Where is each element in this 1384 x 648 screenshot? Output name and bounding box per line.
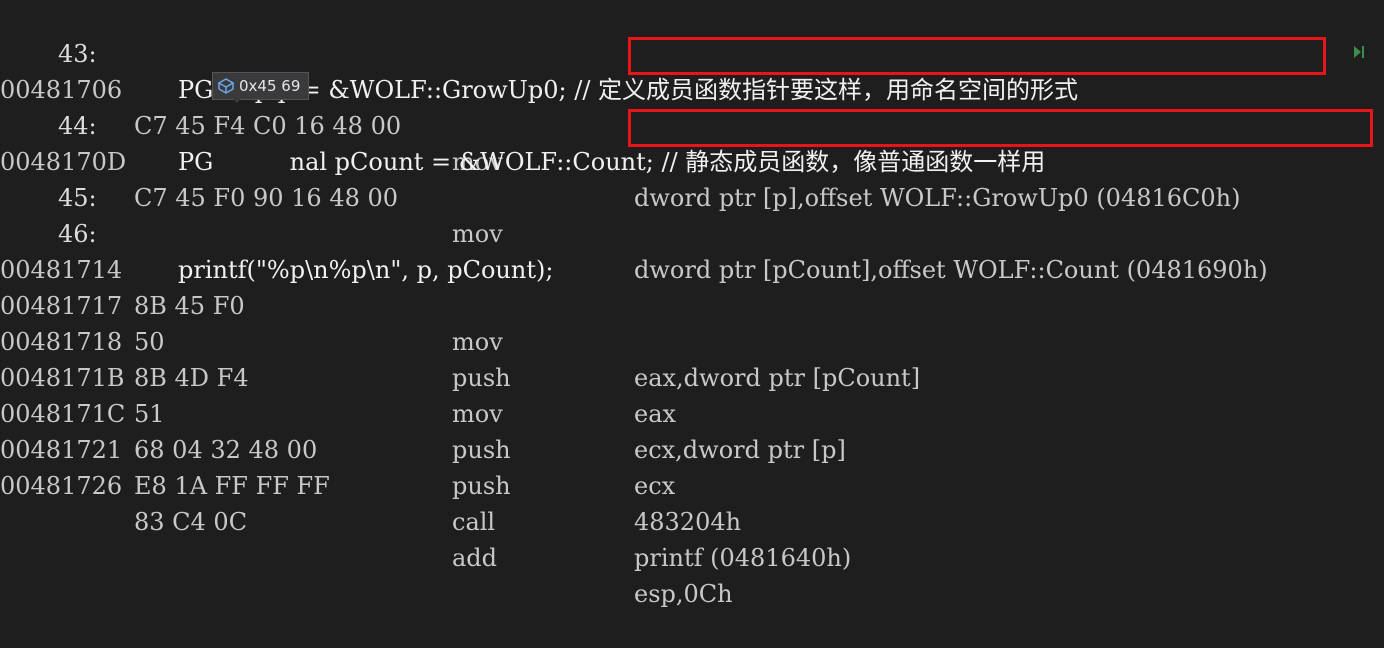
asm-line[interactable]: 00481726 83 C4 0C add esp,0Ch bbox=[0, 432, 733, 608]
asm-bytes: 8B 45 F0 bbox=[134, 292, 245, 320]
asm-operands: dword ptr [pCount],offset WOLF::Count (0… bbox=[634, 256, 1268, 284]
asm-mnemonic: call bbox=[452, 508, 496, 536]
source-line[interactable]: 44: PG nal pCount = &WOLF::Count; // 静态成… bbox=[0, 72, 1045, 176]
asm-mnemonic: push bbox=[452, 364, 511, 392]
asm-bytes: C7 45 F0 90 16 48 00 bbox=[134, 184, 399, 212]
asm-address: 00481726 bbox=[0, 472, 123, 500]
source-code-text: PGroup p = &WOLF::GrowUp0; // 定义成员函数指针要这… bbox=[178, 76, 1079, 104]
source-code-text: PG nal pCount = &WOLF::Count; // 静态成员函数，… bbox=[178, 148, 1046, 176]
asm-line[interactable]: 0048170D C7 45 F0 90 16 48 00 mov dword … bbox=[0, 108, 1268, 284]
asm-operands: esp,0Ch bbox=[634, 580, 733, 608]
asm-bytes: 51 bbox=[134, 400, 165, 428]
asm-operands: eax bbox=[634, 400, 677, 428]
tooltip-arrow bbox=[233, 99, 241, 103]
asm-operands: dword ptr [p],offset WOLF::GrowUp0 (0481… bbox=[634, 184, 1241, 212]
asm-mnemonic: mov bbox=[452, 328, 503, 356]
highlight-box-count bbox=[628, 109, 1373, 147]
asm-line[interactable]: 00481717 50 push eax bbox=[0, 252, 676, 428]
asm-mnemonic: push bbox=[452, 436, 511, 464]
source-line[interactable]: 43: PGroup p = &WOLF::GrowUp0; // 定义成员函数… bbox=[0, 0, 1078, 104]
asm-mnemonic: push bbox=[452, 472, 511, 500]
asm-bytes: 83 C4 0C bbox=[134, 508, 248, 536]
asm-mnemonic: mov bbox=[452, 220, 503, 248]
asm-bytes: E8 1A FF FF FF bbox=[134, 472, 330, 500]
source-line[interactable]: 46: printf("%p\n%p\n", p, pCount); bbox=[0, 180, 553, 284]
source-line-number: 45: bbox=[58, 184, 97, 212]
asm-operands: eax,dword ptr [pCount] bbox=[634, 364, 921, 392]
source-line-number: 43: bbox=[58, 40, 97, 68]
asm-line[interactable]: 00481718 8B 4D F4 mov ecx,dword ptr [p] bbox=[0, 288, 846, 464]
variable-cube-icon bbox=[217, 77, 235, 95]
asm-operands: 483204h bbox=[634, 508, 742, 536]
asm-mnemonic: mov bbox=[452, 400, 503, 428]
asm-line[interactable]: 0048171B 51 push ecx bbox=[0, 324, 675, 500]
highlight-box-growup0 bbox=[628, 37, 1326, 75]
source-line-number: 44: bbox=[58, 112, 97, 140]
asm-operands: ecx,dword ptr [p] bbox=[634, 436, 846, 464]
asm-line[interactable]: 0048171C 68 04 32 48 00 push 483204h bbox=[0, 360, 741, 536]
run-to-cursor-icon[interactable] bbox=[1352, 44, 1366, 60]
source-line[interactable]: 45: bbox=[0, 144, 97, 212]
asm-bytes: 8B 4D F4 bbox=[134, 364, 249, 392]
datatip-tooltip[interactable]: 0x45 69 bbox=[212, 72, 310, 103]
source-code-text: printf("%p\n%p\n", p, pCount); bbox=[178, 256, 554, 284]
asm-line[interactable]: 00481714 8B 45 F0 mov eax,dword ptr [pCo… bbox=[0, 216, 920, 392]
asm-line[interactable]: 00481721 E8 1A FF FF FF call printf (048… bbox=[0, 396, 851, 572]
asm-bytes: C7 45 F4 C0 16 48 00 bbox=[134, 112, 402, 140]
asm-bytes: 50 bbox=[134, 328, 165, 356]
asm-operands: ecx bbox=[634, 472, 676, 500]
datatip-value: 0x45 69 bbox=[239, 77, 301, 95]
asm-line[interactable]: 00481706 C7 45 F4 C0 16 48 00 mov dword … bbox=[0, 36, 1240, 212]
asm-operands: printf (0481640h) bbox=[634, 544, 852, 572]
asm-mnemonic: add bbox=[452, 544, 498, 572]
source-line-number: 46: bbox=[58, 220, 97, 248]
asm-bytes: 68 04 32 48 00 bbox=[134, 436, 318, 464]
